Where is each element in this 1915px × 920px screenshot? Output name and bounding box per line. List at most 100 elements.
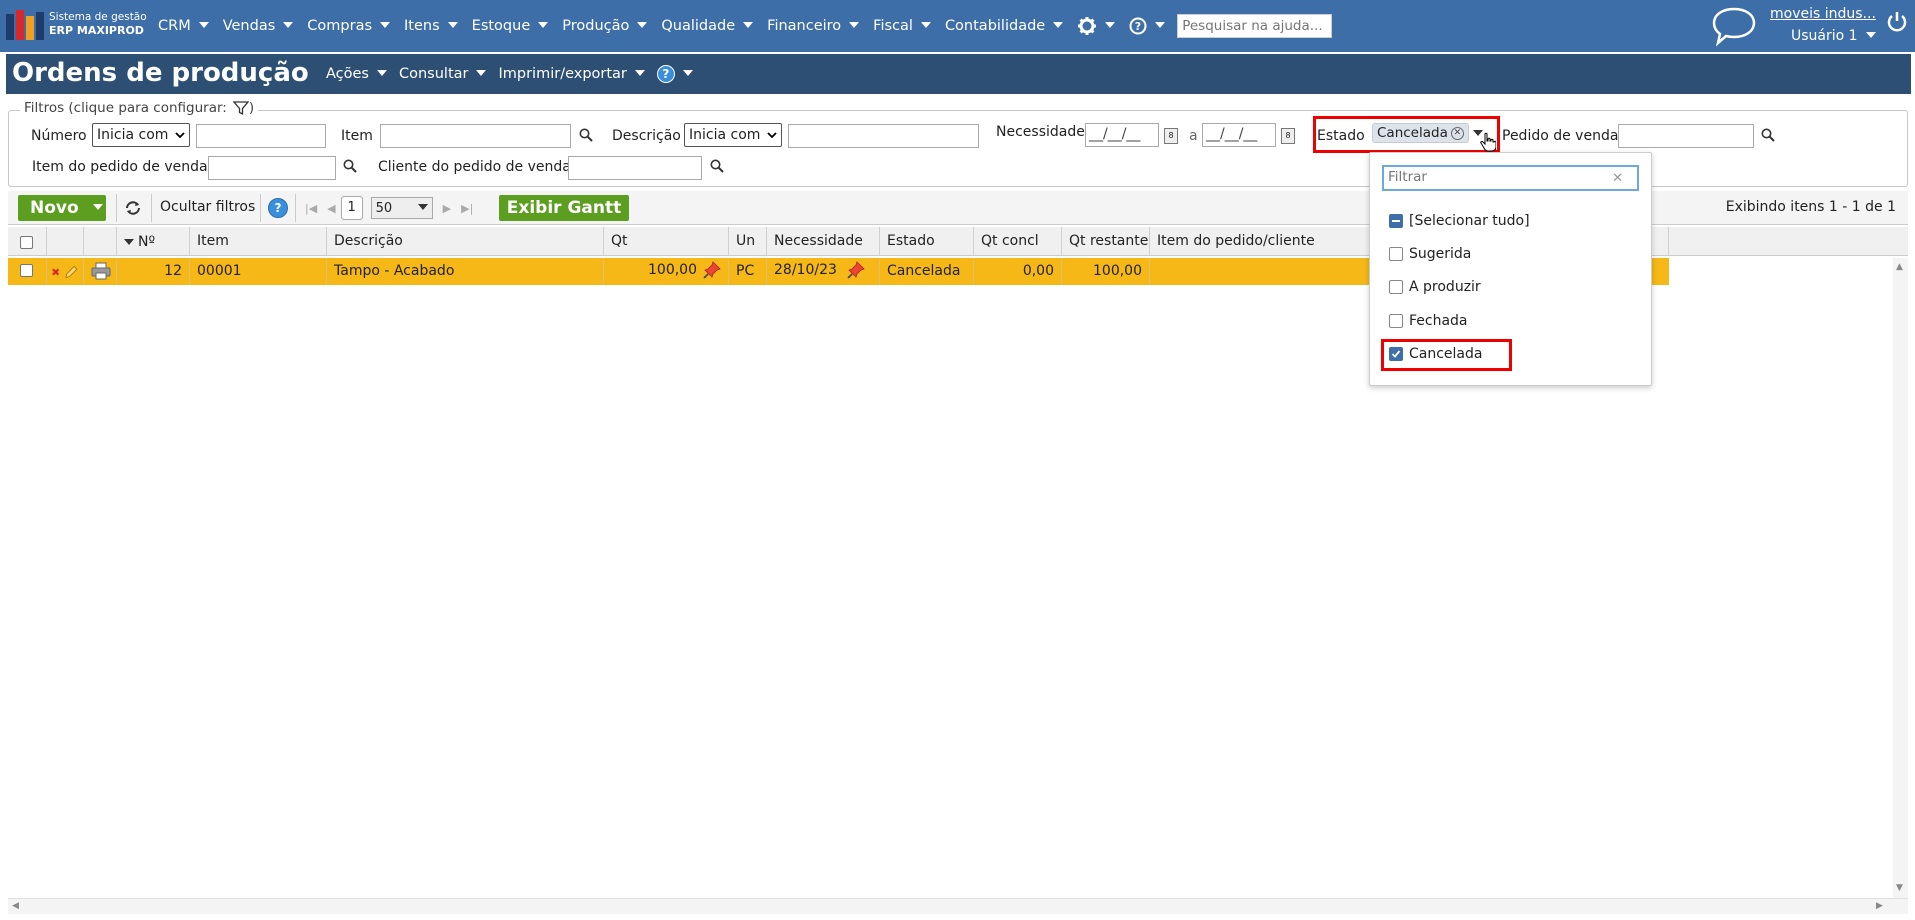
- pedido-venda-input[interactable]: [1618, 124, 1754, 148]
- header-qt-concl[interactable]: Qt concl: [974, 227, 1062, 256]
- estado-filter-input[interactable]: Filtrar ✕: [1382, 165, 1639, 191]
- delete-icon[interactable]: [51, 267, 60, 277]
- pin-icon[interactable]: [847, 261, 865, 279]
- vertical-scrollbar[interactable]: ▲ ▼: [1893, 258, 1908, 898]
- menu-producao[interactable]: Produção: [562, 18, 648, 34]
- item-input[interactable]: [380, 124, 571, 148]
- help-search-input[interactable]: [1177, 14, 1333, 38]
- imprimir-exportar-menu[interactable]: Imprimir/exportar: [498, 66, 645, 82]
- header-qt-restante[interactable]: Qt restante: [1062, 227, 1150, 256]
- menu-qualidade[interactable]: Qualidade: [661, 18, 754, 34]
- page-number-input[interactable]: 1: [340, 196, 363, 220]
- scroll-up-icon[interactable]: ▲: [1896, 262, 1903, 272]
- descricao-input[interactable]: [788, 124, 979, 148]
- option-sugerida-label: Sugerida: [1409, 246, 1472, 262]
- option-fechada[interactable]: Fechada: [1389, 313, 1468, 329]
- chevron-down-icon: [175, 132, 185, 139]
- partial-checkbox-icon[interactable]: [1389, 214, 1403, 228]
- imprimir-exportar-label: Imprimir/exportar: [498, 66, 627, 82]
- menu-fiscal[interactable]: Fiscal: [873, 18, 931, 34]
- checkbox[interactable]: [1389, 280, 1403, 294]
- page-size-select[interactable]: 50: [370, 197, 433, 219]
- necessidade-from-input[interactable]: __/__/__: [1085, 123, 1159, 147]
- search-icon[interactable]: [343, 159, 357, 173]
- remove-chip-icon[interactable]: ✕: [1450, 126, 1464, 140]
- menu-vendas[interactable]: Vendas: [223, 18, 294, 34]
- option-a-produzir-label: A produzir: [1409, 279, 1481, 295]
- scroll-down-icon[interactable]: ▼: [1896, 883, 1903, 893]
- option-sugerida[interactable]: Sugerida: [1389, 246, 1471, 262]
- select-all-checkbox-cell[interactable]: [8, 227, 47, 256]
- header-un[interactable]: Un: [729, 227, 767, 256]
- header-estado[interactable]: Estado: [880, 227, 974, 256]
- menu-crm[interactable]: CRM: [158, 18, 209, 34]
- necessidade-to-input[interactable]: __/__/__: [1202, 123, 1276, 147]
- header-qt[interactable]: Qt: [604, 227, 729, 256]
- pin-icon[interactable]: [703, 261, 721, 279]
- checkbox[interactable]: [1389, 314, 1403, 328]
- row-checkbox[interactable]: [20, 264, 33, 277]
- chat-icon[interactable]: [1710, 5, 1758, 47]
- cell-numero: 12: [117, 258, 190, 285]
- descricao-label: Descrição: [612, 128, 681, 144]
- horizontal-scrollbar[interactable]: ◀ ▶: [8, 898, 1908, 914]
- funnel-icon: [232, 101, 249, 116]
- page-size-value: 50: [375, 200, 393, 216]
- first-page-icon[interactable]: |◀: [305, 202, 317, 215]
- header-descricao[interactable]: Descrição: [327, 227, 604, 256]
- item-pedido-input[interactable]: [208, 156, 336, 180]
- calendar-icon[interactable]: 8: [1164, 128, 1178, 144]
- ocultar-filtros-button[interactable]: Ocultar filtros: [160, 199, 255, 215]
- scroll-right-icon[interactable]: ▶: [1876, 901, 1883, 911]
- acoes-menu[interactable]: Ações: [326, 66, 387, 82]
- cliente-pedido-input[interactable]: [568, 156, 702, 180]
- numero-input[interactable]: [196, 124, 326, 148]
- help-menu[interactable]: ?: [1129, 17, 1166, 35]
- option-a-produzir[interactable]: A produzir: [1389, 279, 1481, 295]
- exibir-gantt-button[interactable]: Exibir Gantt: [499, 195, 629, 221]
- menu-financeiro[interactable]: Financeiro: [767, 18, 860, 34]
- company-link[interactable]: moveis indus...: [1770, 6, 1876, 22]
- calendar-icon[interactable]: 8: [1281, 128, 1295, 144]
- refresh-icon[interactable]: [124, 200, 142, 216]
- search-icon[interactable]: [1761, 128, 1775, 142]
- checkbox[interactable]: [1389, 247, 1403, 261]
- last-page-icon[interactable]: ▶|: [461, 202, 473, 215]
- estado-selected-chip[interactable]: Cancelada ✕: [1372, 123, 1469, 143]
- scroll-left-icon[interactable]: ◀: [12, 901, 19, 911]
- row-print-cell[interactable]: [84, 258, 117, 285]
- settings-menu[interactable]: [1077, 16, 1116, 36]
- descricao-mode-select[interactable]: Inicia com: [684, 123, 782, 147]
- next-page-icon[interactable]: ▶: [443, 202, 451, 215]
- menu-estoque[interactable]: Estoque: [472, 18, 549, 34]
- row-checkbox-cell[interactable]: [8, 258, 47, 285]
- date-range-separator: a: [1189, 128, 1198, 144]
- select-all-checkbox[interactable]: [20, 236, 33, 249]
- top-navigation-bar: Sistema de gestão ERP MAXIPROD CRM Venda…: [0, 0, 1915, 52]
- filters-legend[interactable]: Filtros (clique para configurar: ): [20, 100, 259, 116]
- consultar-menu[interactable]: Consultar: [399, 66, 487, 82]
- page-help-menu[interactable]: ?: [656, 65, 693, 83]
- user-menu[interactable]: Usuário 1: [1791, 28, 1876, 44]
- header-item[interactable]: Item: [190, 227, 327, 256]
- header-numero[interactable]: Nº: [117, 227, 190, 256]
- novo-button[interactable]: Novo: [18, 195, 106, 221]
- menu-compras[interactable]: Compras: [307, 18, 391, 34]
- prev-page-icon[interactable]: ◀: [327, 202, 335, 215]
- option-select-all[interactable]: [Selecionar tudo]: [1389, 213, 1530, 229]
- menu-crm-label: CRM: [158, 18, 191, 34]
- edit-icon[interactable]: [64, 264, 79, 280]
- header-necessidade[interactable]: Necessidade: [767, 227, 880, 256]
- option-fechada-label: Fechada: [1409, 313, 1468, 329]
- menu-itens[interactable]: Itens: [404, 18, 458, 34]
- clear-filter-icon[interactable]: ✕: [1612, 171, 1623, 186]
- help-icon[interactable]: ?: [268, 198, 288, 218]
- header-actions: [47, 227, 84, 256]
- print-icon[interactable]: [91, 262, 111, 280]
- search-icon[interactable]: [579, 128, 593, 142]
- menu-contabilidade[interactable]: Contabilidade: [945, 18, 1064, 34]
- search-icon[interactable]: [710, 159, 724, 173]
- numero-mode-select[interactable]: Inicia com: [92, 123, 190, 147]
- power-icon[interactable]: [1886, 10, 1908, 34]
- chevron-down-icon: [682, 69, 693, 76]
